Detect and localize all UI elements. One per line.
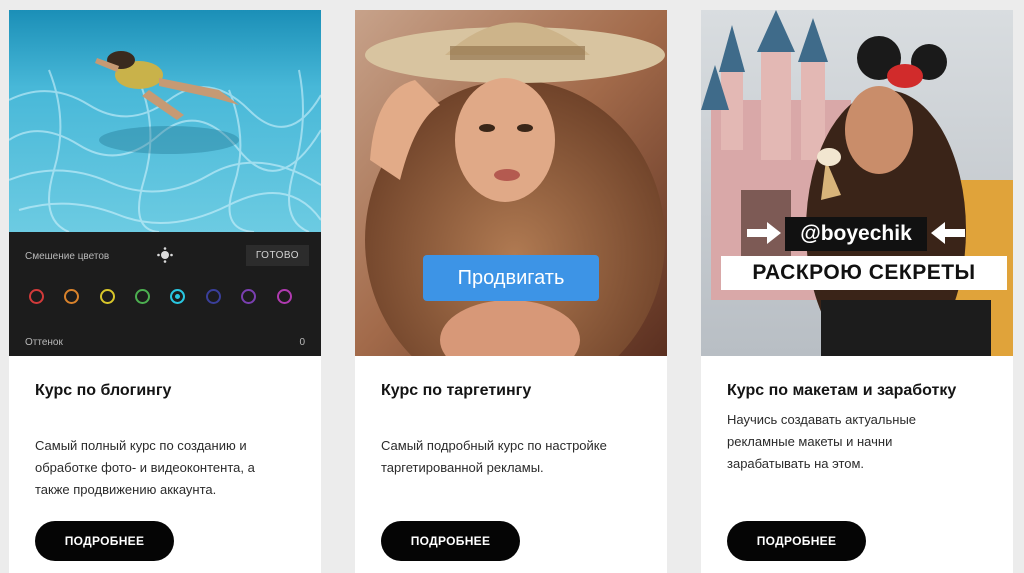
color-swatch: [135, 289, 150, 304]
done-button: ГОТОВО: [245, 245, 309, 266]
color-swatch: [64, 289, 79, 304]
color-swatch: [277, 289, 292, 304]
course-card-layouts: @boyechik РАСКРОЮ СЕКРЕТЫ Курс по макета…: [701, 10, 1013, 573]
course-cards-section: Смешение цветов ГОТОВО Оттенок 0 Курс по…: [0, 0, 1024, 573]
card-title: Курс по блогингу: [35, 382, 172, 399]
hue-value: 0: [299, 337, 305, 348]
card-description: Самый подробный курс по настройке таргет…: [381, 438, 607, 475]
card-title: Курс по макетам и заработку: [727, 382, 957, 399]
arrow-left-icon: [931, 222, 965, 244]
card-title: Курс по таргетингу: [381, 382, 532, 399]
caption-banner: РАСКРОЮ СЕКРЕТЫ: [721, 256, 1007, 290]
color-swatch: [206, 289, 221, 304]
portrait-photo: [355, 10, 667, 356]
course-card-targeting: Продвигать Курс по таргетингу Самый подр…: [355, 10, 667, 573]
instagram-handle: @boyechik: [785, 217, 927, 251]
color-swatch: [100, 289, 115, 304]
hue-label: Оттенок: [25, 337, 63, 348]
color-swatch-selected: [170, 289, 185, 304]
castle-photo: [701, 10, 1013, 356]
more-button[interactable]: ПОДРОБНЕЕ: [727, 521, 866, 561]
course-image-blogging: Смешение цветов ГОТОВО Оттенок 0: [9, 10, 321, 356]
photo-editor-panel: Смешение цветов ГОТОВО Оттенок 0: [9, 232, 321, 356]
promote-button: Продвигать: [423, 255, 599, 301]
target-icon: [157, 247, 173, 263]
course-image-targeting: Продвигать: [355, 10, 667, 356]
more-button[interactable]: ПОДРОБНЕЕ: [35, 521, 174, 561]
course-image-layouts: @boyechik РАСКРОЮ СЕКРЕТЫ: [701, 10, 1013, 356]
color-mix-label: Смешение цветов: [25, 251, 110, 262]
more-button[interactable]: ПОДРОБНЕЕ: [381, 521, 520, 561]
color-swatch: [241, 289, 256, 304]
color-swatch: [29, 289, 44, 304]
arrow-right-icon: [747, 222, 781, 244]
underwater-pool-photo: [9, 10, 321, 233]
card-description: Самый полный курс по созданию и обработк…: [35, 438, 255, 497]
course-card-blogging: Смешение цветов ГОТОВО Оттенок 0 Курс по…: [9, 10, 321, 573]
card-description: Научись создавать актуальные рекламные м…: [727, 412, 917, 471]
